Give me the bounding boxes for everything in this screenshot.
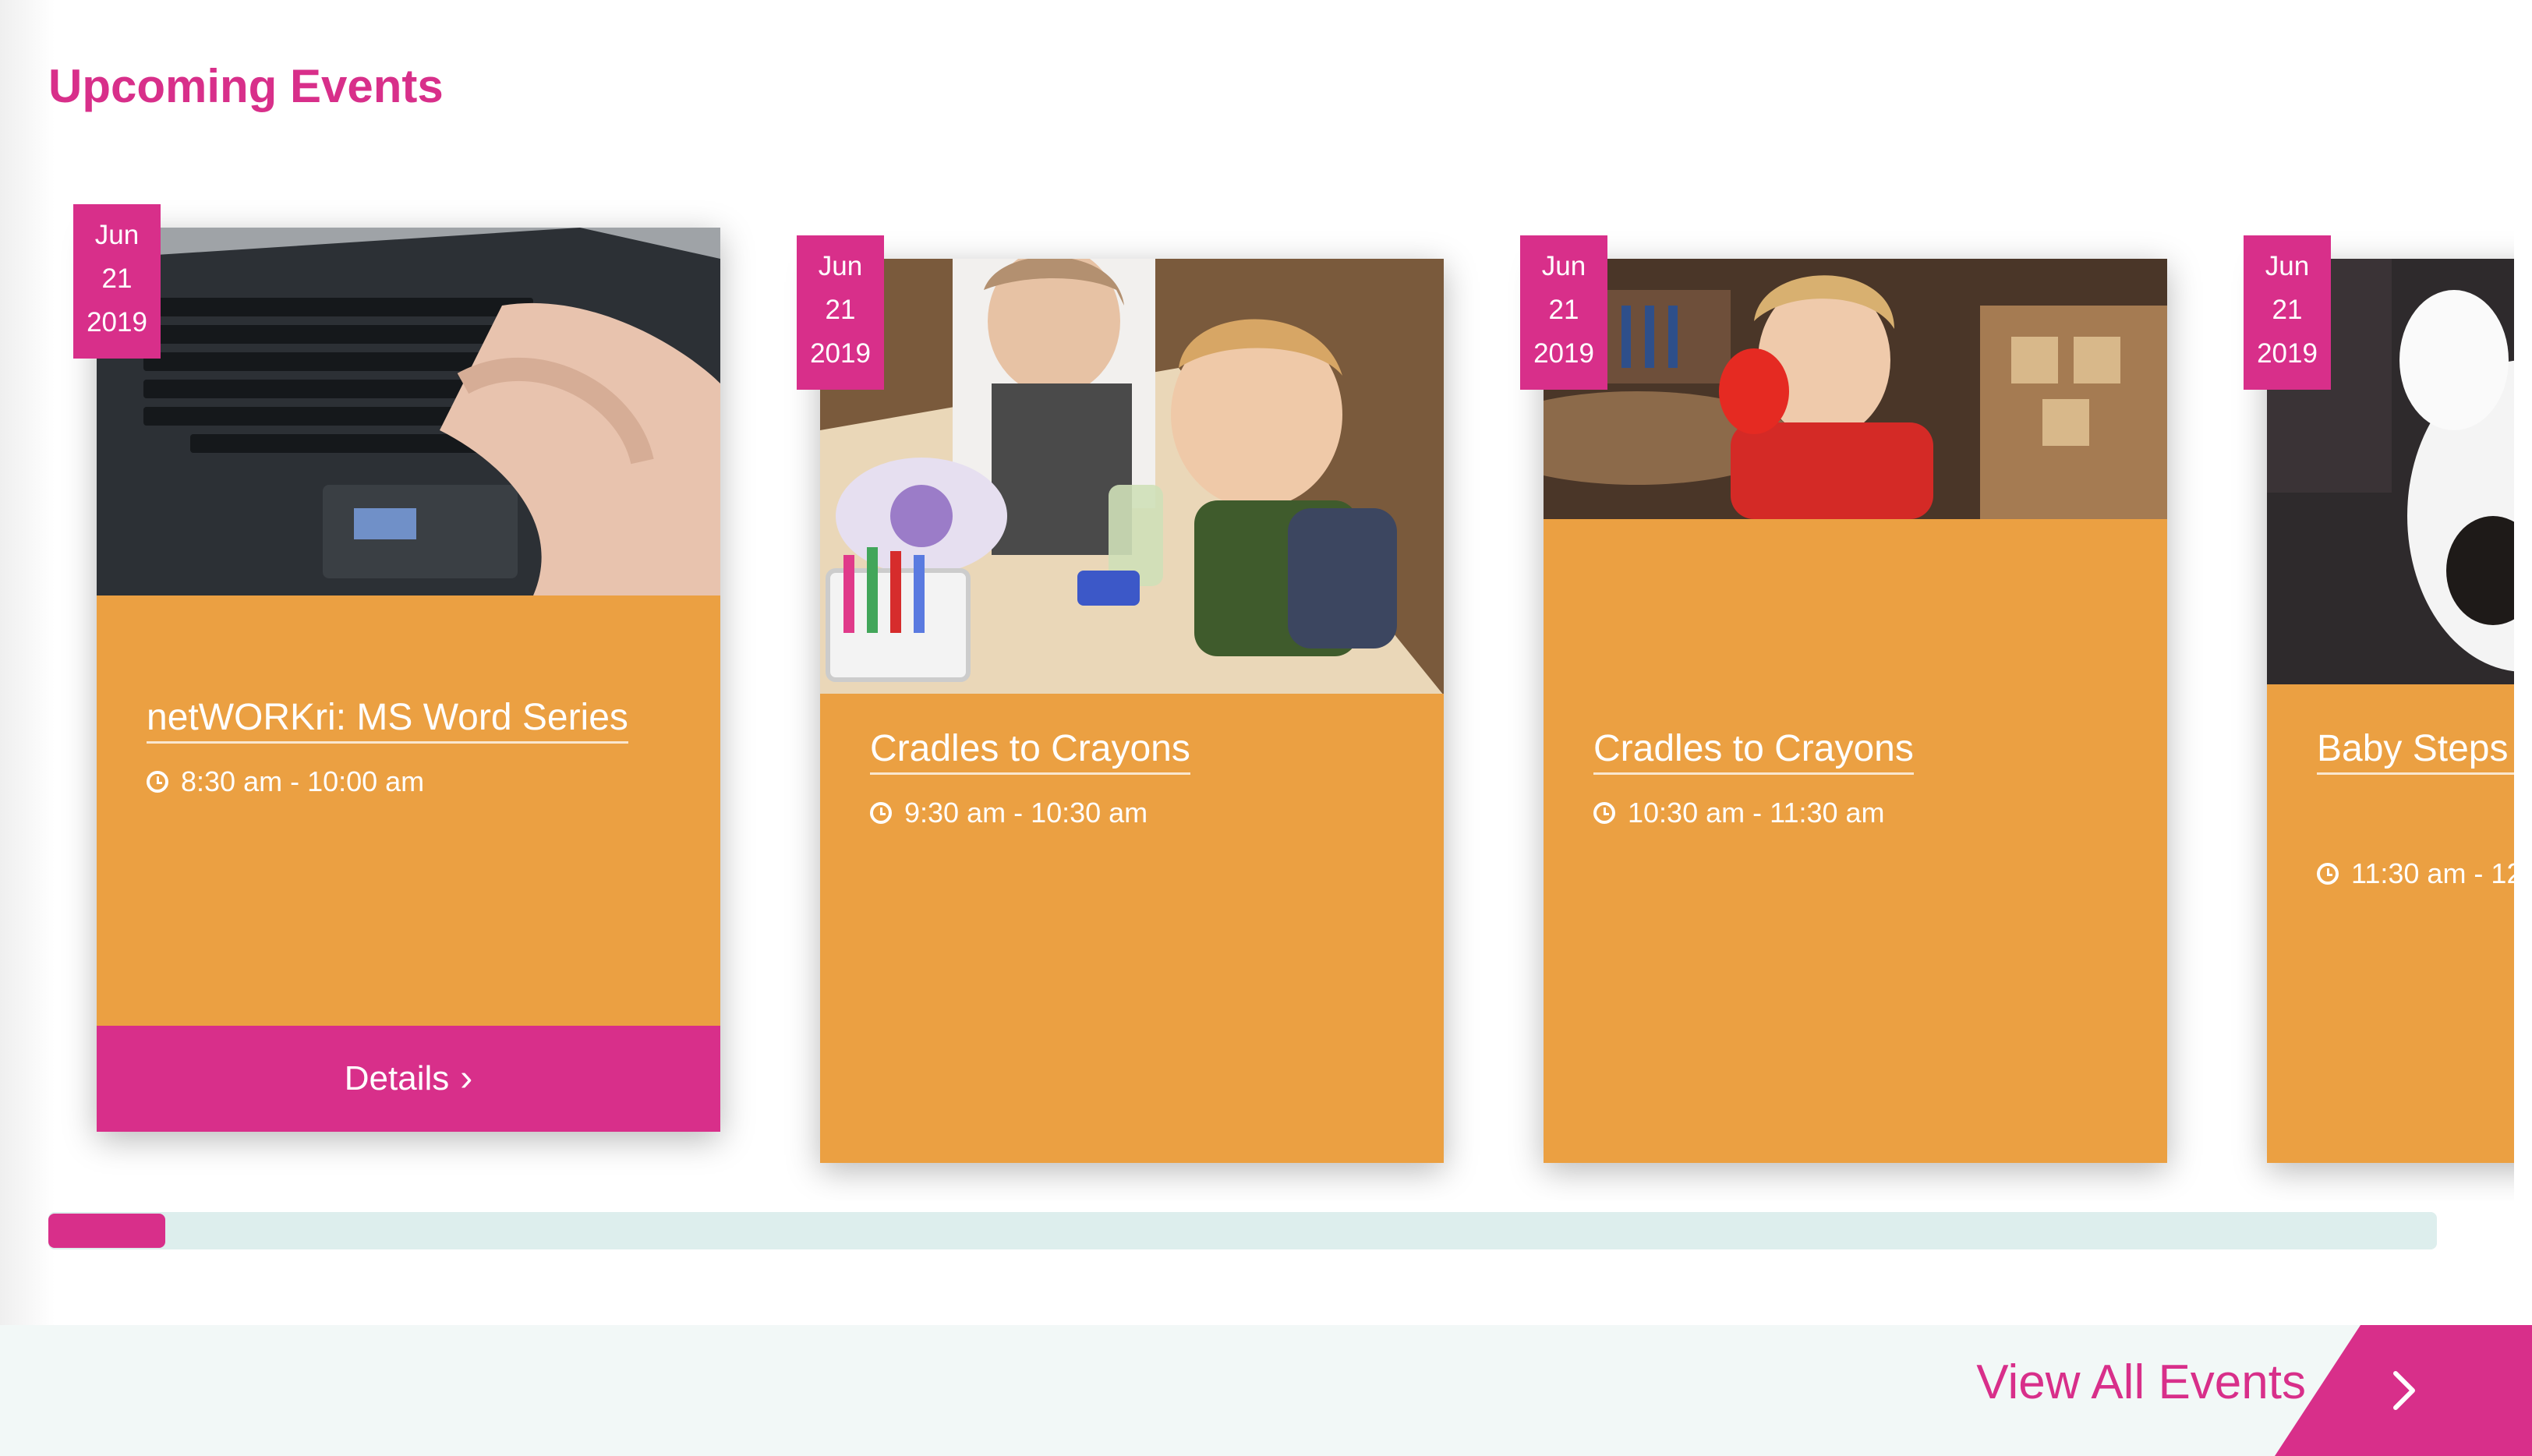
footer-band: View All Events [0,1325,2532,1456]
event-title-link[interactable]: Baby Steps Story Time [2317,719,2514,779]
event-card[interactable]: Jun 21 2019 netWORKri: MS Word Series 8:… [73,204,720,1132]
event-time: 10:30 am - 11:30 am [1593,797,1885,829]
event-photo [1544,259,2167,519]
event-title-link[interactable]: Cradles to Crayons [870,719,1431,779]
clock-icon [2317,863,2339,885]
view-all-arrow-button[interactable] [2275,1325,2532,1456]
clock-icon [1593,802,1615,824]
event-date-badge: Jun 21 2019 [797,235,884,390]
events-carousel[interactable]: Jun 21 2019 netWORKri: MS Word Series 8:… [0,0,2514,1200]
view-all-events-link[interactable]: View All Events [1976,1355,2306,1410]
carousel-scrollbar-thumb[interactable] [48,1214,165,1248]
event-photo [97,228,720,595]
event-card[interactable]: Jun 21 2019 Cradles to Crayons 9:30 am -… [797,235,1444,1163]
event-card[interactable]: Jun 21 2019 Cradles to Crayons 10:30 am … [1520,235,2167,1163]
event-time: 9:30 am - 10:30 am [870,797,1148,829]
event-title-link[interactable]: netWORKri: MS Word Series [147,687,708,748]
event-title-link[interactable]: Cradles to Crayons [1593,719,2155,779]
clock-icon [870,802,892,824]
event-time: 11:30 am - 12 [2317,857,2514,890]
details-button[interactable]: Details › [97,1026,720,1132]
carousel-scrollbar[interactable] [48,1212,2437,1249]
chevron-right-icon: › [460,1058,473,1099]
event-photo [820,259,1444,694]
clock-icon [147,771,168,793]
event-date-badge: Jun 21 2019 [1520,235,1607,390]
event-time: 8:30 am - 10:00 am [147,765,424,798]
event-card[interactable]: Jun 21 2019 Baby Steps Story Time 11:30 … [2244,235,2514,1163]
event-date-badge: Jun 21 2019 [73,204,161,359]
event-date-badge: Jun 21 2019 [2244,235,2331,390]
